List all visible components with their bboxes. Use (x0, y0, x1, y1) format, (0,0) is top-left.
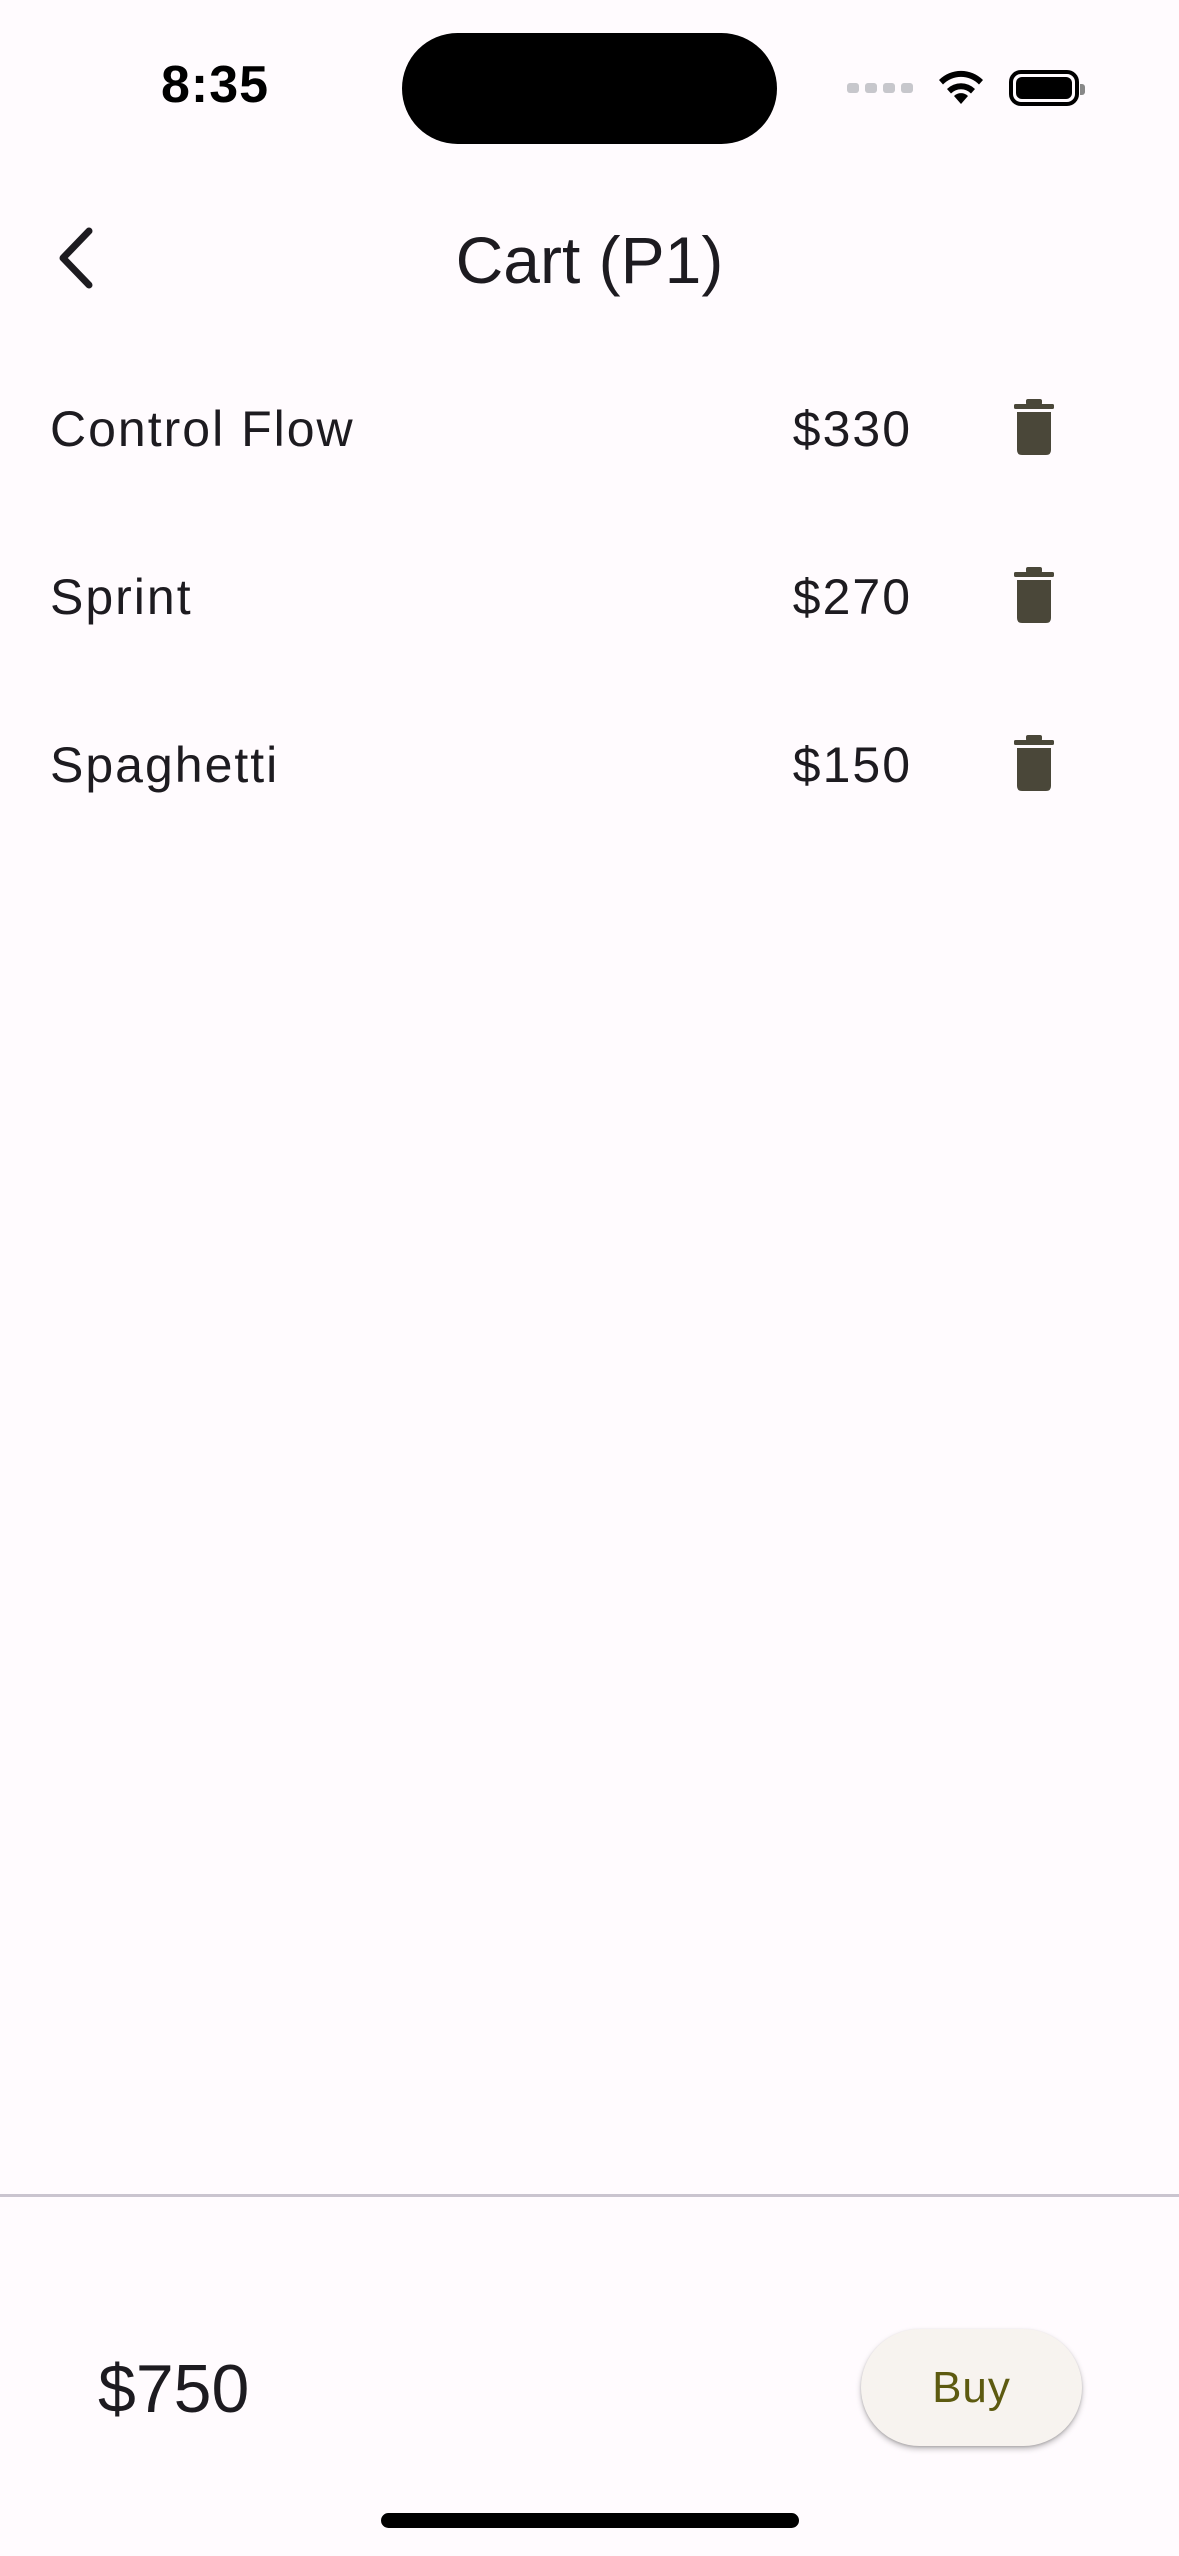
item-name: Control Flow (50, 401, 355, 457)
cart-item-row: Spaghetti $150 (0, 681, 1179, 849)
delete-item-button[interactable] (984, 715, 1084, 815)
delete-item-button[interactable] (984, 379, 1084, 479)
app-bar: Cart (P1) (0, 190, 1179, 330)
item-price: $270 (792, 569, 912, 625)
home-indicator[interactable] (381, 2513, 799, 2528)
item-name: Spaghetti (50, 737, 280, 793)
trash-icon (1012, 566, 1056, 629)
cart-item-row: Control Flow $330 (0, 345, 1179, 513)
trash-icon (1012, 398, 1056, 461)
cart-item-row: Sprint $270 (0, 513, 1179, 681)
bottom-divider (0, 2194, 1179, 2197)
item-price: $330 (792, 401, 912, 457)
status-time: 8:35 (160, 56, 270, 114)
status-bar: 8:35 (0, 0, 1179, 176)
buy-button[interactable]: Buy (861, 2329, 1082, 2446)
dynamic-island (402, 33, 777, 144)
delete-item-button[interactable] (984, 547, 1084, 647)
page-title: Cart (P1) (455, 223, 724, 297)
battery-icon (1009, 70, 1085, 106)
status-icons (847, 64, 1085, 112)
item-price: $150 (792, 737, 912, 793)
cart-total: $750 (98, 2351, 250, 2427)
trash-icon (1012, 734, 1056, 797)
cellular-signal-icon (847, 83, 913, 93)
wifi-icon (935, 66, 987, 111)
cart-list: Control Flow $330 Sprint $270 Spaghetti … (0, 345, 1179, 849)
item-name: Sprint (50, 569, 193, 625)
